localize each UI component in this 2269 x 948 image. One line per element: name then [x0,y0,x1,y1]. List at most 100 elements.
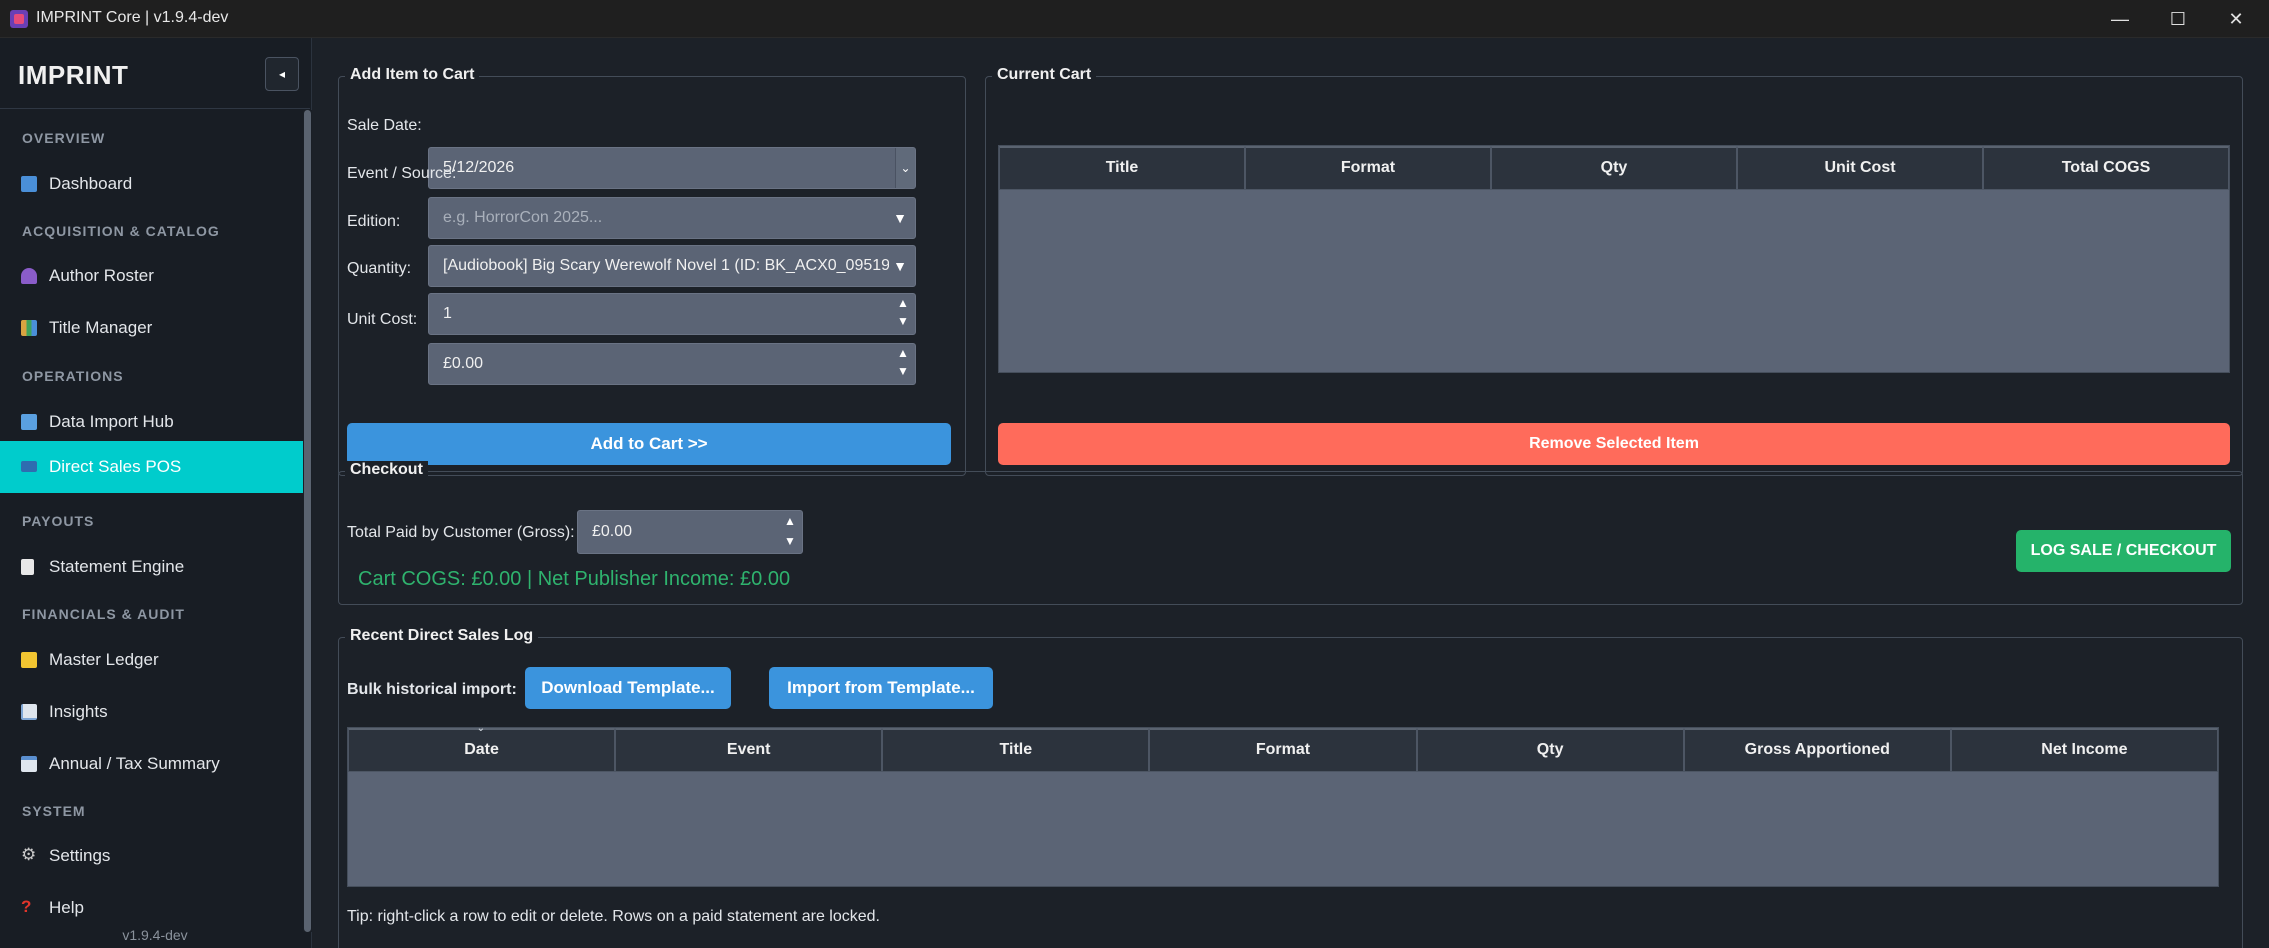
cart-column-total-cogs[interactable]: Total COGS [1983,146,2229,190]
document-icon [21,559,34,575]
section-heading-payouts: PAYOUTS [22,513,95,529]
quantity-stepper[interactable]: 1 ▲ ▼ [428,293,916,335]
sidebar-item-data-import-hub[interactable]: Data Import Hub [0,397,303,447]
sidebar-item-master-ledger[interactable]: Master Ledger [0,635,303,685]
section-heading-overview: OVERVIEW [22,130,106,146]
stepper-arrows-icon[interactable]: ▲ ▼ [895,344,911,384]
stepper-arrows-icon[interactable]: ▲ ▼ [895,294,911,334]
cart-table[interactable]: Title Format Qty Unit Cost Total COGS [998,145,2230,373]
add-item-title: Add Item to Cart [345,66,480,84]
log-column-date-label: Date [464,741,499,758]
sidebar-version: v1.9.4-dev [122,927,188,943]
total-paid-label: Total Paid by Customer (Gross): [347,524,575,541]
sidebar-item-annual-tax-summary[interactable]: Annual / Tax Summary [0,739,303,789]
cart-cogs-summary: Cart COGS: £0.00 | Net Publisher Income:… [358,568,791,590]
sidebar-item-label: Insights [49,702,108,721]
log-column-format[interactable]: Format [1149,728,1417,772]
sales-log-table[interactable]: ⌄ Date Event Title Format Qty Gross Appo… [347,724,2219,887]
collapse-sidebar-button[interactable]: ◂ [265,57,299,91]
window-title-bar: IMPRINT Core | v1.9.4-dev — ☐ ✕ [0,0,2269,38]
calendar-icon [21,756,37,772]
sidebar-item-direct-sales-pos[interactable]: Direct Sales POS [0,441,303,493]
total-paid-stepper[interactable]: £0.00 ▲ ▼ [577,510,803,554]
event-source-input[interactable]: e.g. HorrorCon 2025... ▼ [428,197,916,239]
log-column-date[interactable]: ⌄ Date [348,724,616,772]
sidebar-item-statement-engine[interactable]: Statement Engine [0,542,303,592]
sidebar-item-author-roster[interactable]: Author Roster [0,251,303,301]
person-icon [21,268,37,284]
sidebar-scrollbar-thumb[interactable] [304,110,311,932]
sidebar: IMPRINT ◂ OVERVIEW Dashboard ACQUISITION… [0,38,312,948]
credit-card-icon [21,461,37,472]
sidebar-divider [0,108,310,109]
sidebar-item-settings[interactable]: ⚙ Settings [0,831,303,881]
section-heading-financials: FINANCIALS & AUDIT [22,606,185,622]
total-paid-value: £0.00 [592,523,633,540]
chevron-down-icon[interactable]: ▼ [889,246,907,286]
cart-column-qty[interactable]: Qty [1491,146,1737,190]
log-column-event[interactable]: Event [615,728,883,772]
main-content: Add Item to Cart Sale Date: 5/12/2026 ⌄ … [313,38,2269,948]
remove-selected-item-button[interactable]: Remove Selected Item [998,423,2230,465]
edition-select[interactable]: [Audiobook] Big Scary Werewolf Novel 1 (… [428,245,916,287]
bulk-import-label: Bulk historical import: [347,681,517,698]
unit-cost-stepper[interactable]: £0.00 ▲ ▼ [428,343,916,385]
sidebar-item-label: Master Ledger [49,650,159,669]
cart-column-title[interactable]: Title [999,146,1245,190]
maximize-button[interactable]: ☐ [2148,0,2208,38]
sidebar-item-label: Data Import Hub [49,412,174,431]
download-template-button[interactable]: Download Template... [525,667,731,709]
checkout-group: Checkout Total Paid by Customer (Gross):… [338,461,2243,605]
add-to-cart-button[interactable]: Add to Cart >> [347,423,951,465]
log-sale-checkout-button[interactable]: LOG SALE / CHECKOUT [2016,530,2231,572]
sidebar-item-label: Annual / Tax Summary [49,754,220,773]
sidebar-item-title-manager[interactable]: Title Manager [0,303,303,353]
sidebar-item-label: Author Roster [49,266,154,285]
sale-date-field[interactable]: 5/12/2026 ⌄ [428,147,916,189]
brand-title: IMPRINT [18,60,129,90]
recent-sales-log-group: Recent Direct Sales Log Bulk historical … [338,627,2243,948]
sale-date-label: Sale Date: [347,117,422,134]
add-item-group: Add Item to Cart Sale Date: 5/12/2026 ⌄ … [338,66,966,476]
log-column-gross-apportioned[interactable]: Gross Apportioned [1683,728,1951,772]
bar-chart-icon [21,176,37,192]
section-heading-acquisition: ACQUISITION & CATALOG [22,223,220,239]
question-icon: ? [21,897,32,916]
books-icon [21,320,37,336]
trend-chart-icon [21,704,37,720]
window-title: IMPRINT Core | v1.9.4-dev [36,9,229,26]
log-column-net-income[interactable]: Net Income [1950,728,2218,772]
checkout-title: Checkout [345,461,428,479]
current-cart-title: Current Cart [992,66,1097,84]
log-column-title[interactable]: Title [882,728,1150,772]
sidebar-item-help[interactable]: ? Help [0,883,303,933]
sales-log-table-header: ⌄ Date Event Title Format Qty Gross Appo… [348,724,2218,772]
current-cart-group: Current Cart Title Format Qty Unit Cost … [985,66,2243,476]
sidebar-item-label: Direct Sales POS [49,457,182,476]
event-source-placeholder: e.g. HorrorCon 2025... [443,209,603,226]
quantity-value: 1 [443,305,452,322]
app-logo-icon [10,10,28,28]
quantity-label: Quantity: [347,260,412,277]
event-source-label: Event / Source: [347,165,457,182]
sidebar-item-dashboard[interactable]: Dashboard [0,159,303,209]
unit-cost-value: £0.00 [443,355,484,372]
sidebar-item-label: Settings [49,846,111,865]
inbox-icon [21,414,37,430]
sidebar-item-insights[interactable]: Insights [0,687,303,737]
sidebar-item-label: Dashboard [49,174,133,193]
date-dropdown-button[interactable]: ⌄ [895,148,915,188]
tip-text: Tip: right-click a row to edit or delete… [347,908,880,925]
stepper-arrows-icon[interactable]: ▲ ▼ [782,511,798,553]
cart-column-format[interactable]: Format [1245,146,1491,190]
chevron-down-icon[interactable]: ▼ [893,198,907,238]
recent-sales-log-title: Recent Direct Sales Log [345,627,539,645]
cart-column-unit-cost[interactable]: Unit Cost [1737,146,1983,190]
sidebar-item-label: Help [49,898,84,917]
section-heading-system: SYSTEM [22,803,86,819]
minimize-button[interactable]: — [2090,0,2150,38]
import-from-template-button[interactable]: Import from Template... [769,667,993,709]
log-column-qty[interactable]: Qty [1416,728,1684,772]
close-button[interactable]: ✕ [2206,0,2266,38]
gear-icon: ⚙ [21,845,37,864]
